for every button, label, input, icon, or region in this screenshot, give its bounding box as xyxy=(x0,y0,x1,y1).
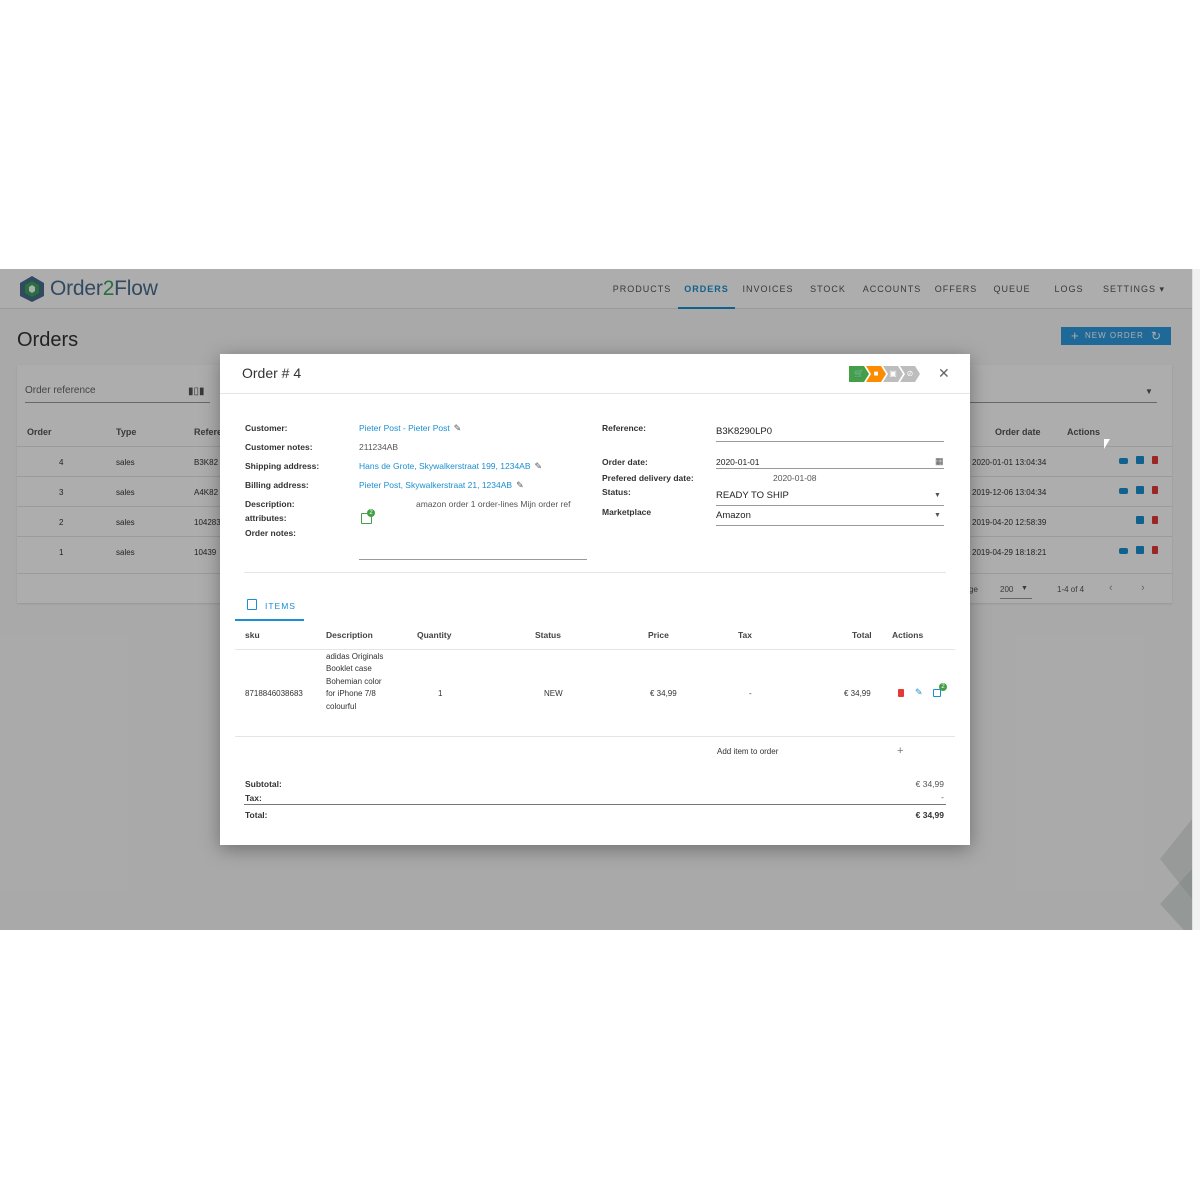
item-price: € 34,99 xyxy=(650,689,677,698)
customer-value-row: Pieter Post - Pieter Post ✎ xyxy=(359,423,461,434)
mouse-cursor-icon xyxy=(1104,439,1110,449)
truck-icon: ▣ xyxy=(883,366,903,382)
pencil-icon[interactable]: ✎ xyxy=(516,480,524,491)
billing-address-link[interactable]: Pieter Post, Skywalkerstraat 21, 1234AB xyxy=(359,480,512,490)
items-header-divider xyxy=(235,649,955,650)
calendar-icon[interactable]: ▦ xyxy=(935,456,944,467)
page-scrollbar[interactable] xyxy=(1192,269,1200,930)
description-label: Description: xyxy=(245,499,295,509)
marketplace-label: Marketplace xyxy=(602,507,652,517)
package-icon: ■ xyxy=(866,366,886,382)
clipboard-list-icon xyxy=(247,599,257,610)
reference-underline xyxy=(716,441,944,442)
items-row-divider xyxy=(235,736,955,737)
status-underline xyxy=(716,505,944,506)
col-description: Description xyxy=(326,630,373,640)
order-date-field[interactable]: 2020-01-01 xyxy=(716,457,759,467)
billing-address-label: Billing address: xyxy=(245,480,309,490)
shipping-address-label: Shipping address: xyxy=(245,461,320,471)
tab-items-label: ITEMS xyxy=(265,601,296,611)
total-label: Total: xyxy=(245,810,268,820)
item-tax: - xyxy=(749,689,752,698)
col-quantity: Quantity xyxy=(417,630,452,640)
order-date-label: Order date: xyxy=(602,457,648,467)
col-tax: Tax xyxy=(738,630,753,640)
cancel-icon: ⊘ xyxy=(900,366,920,382)
cart-icon: 🛒 xyxy=(849,366,869,382)
shipping-address-row: Hans de Grote, Skywalkerstraat 199, 1234… xyxy=(359,461,542,472)
col-total: Total xyxy=(852,630,872,640)
order-dialog: Order # 4 🛒 ■ ▣ ⊘ ✕ Customer: Pieter Pos… xyxy=(220,354,970,845)
tab-items[interactable]: ITEMS xyxy=(235,595,304,621)
item-status: NEW xyxy=(544,689,563,698)
status-label: Status: xyxy=(602,487,631,497)
marketplace-underline xyxy=(716,525,944,526)
col-price: Price xyxy=(648,630,669,640)
description-value: amazon order 1 order-lines Mijn order re… xyxy=(416,499,571,509)
close-icon[interactable]: ✕ xyxy=(938,365,950,382)
customer-label: Customer: xyxy=(245,423,288,433)
dialog-title: Order # 4 xyxy=(242,365,302,381)
order-status-steps: 🛒 ■ ▣ ⊘ xyxy=(849,366,920,382)
attributes-label: attributes: xyxy=(245,513,287,523)
tax-value: - xyxy=(941,792,944,802)
caret-down-icon[interactable]: ▼ xyxy=(934,492,941,499)
add-item-plus-icon[interactable]: + xyxy=(897,745,903,757)
col-status: Status xyxy=(535,630,561,640)
subtotal-value: € 34,99 xyxy=(915,779,944,789)
add-item-label: Add item to order xyxy=(717,747,779,756)
attributes-count-badge: 2 xyxy=(367,509,375,517)
tax-label: Tax: xyxy=(245,793,262,803)
pencil-icon[interactable]: ✎ xyxy=(535,461,543,472)
total-value: € 34,99 xyxy=(915,810,944,820)
totals-divider xyxy=(244,804,946,805)
col-sku: sku xyxy=(245,630,260,640)
dialog-header-divider xyxy=(220,393,970,394)
order-notes-label: Order notes: xyxy=(245,528,297,538)
delivery-date-label: Prefered delivery date: xyxy=(602,473,694,483)
subtotal-label: Subtotal: xyxy=(245,779,282,789)
billing-address-row: Pieter Post, Skywalkerstraat 21, 1234AB ✎ xyxy=(359,480,524,491)
order-notes-field[interactable] xyxy=(359,559,587,560)
item-description: adidas Originals Booklet case Bohemian c… xyxy=(326,652,384,711)
customer-link[interactable]: Pieter Post - Pieter Post xyxy=(359,423,450,433)
status-select[interactable]: READY TO SHIP xyxy=(716,490,789,501)
customer-notes-label: Customer notes: xyxy=(245,442,313,452)
item-attributes-badge: 2 xyxy=(939,683,947,691)
item-sku: 8718846038683 xyxy=(245,689,303,698)
delivery-date-value: 2020-01-08 xyxy=(773,473,817,483)
customer-notes-value: 211234AB xyxy=(359,442,399,452)
delete-item-icon[interactable] xyxy=(898,689,904,697)
item-quantity: 1 xyxy=(438,689,443,698)
section-divider xyxy=(244,572,946,573)
reference-label: Reference: xyxy=(602,423,646,433)
caret-down-icon[interactable]: ▼ xyxy=(934,512,941,519)
pencil-icon[interactable]: ✎ xyxy=(454,423,462,434)
marketplace-select[interactable]: Amazon xyxy=(716,510,751,521)
edit-item-icon[interactable]: ✎ xyxy=(915,687,923,698)
reference-field[interactable]: B3K8290LP0 xyxy=(716,426,772,437)
col-actions: Actions xyxy=(892,630,924,640)
shipping-address-link[interactable]: Hans de Grote, Skywalkerstraat 199, 1234… xyxy=(359,461,531,471)
order-date-underline xyxy=(716,468,944,469)
item-total: € 34,99 xyxy=(844,689,871,698)
